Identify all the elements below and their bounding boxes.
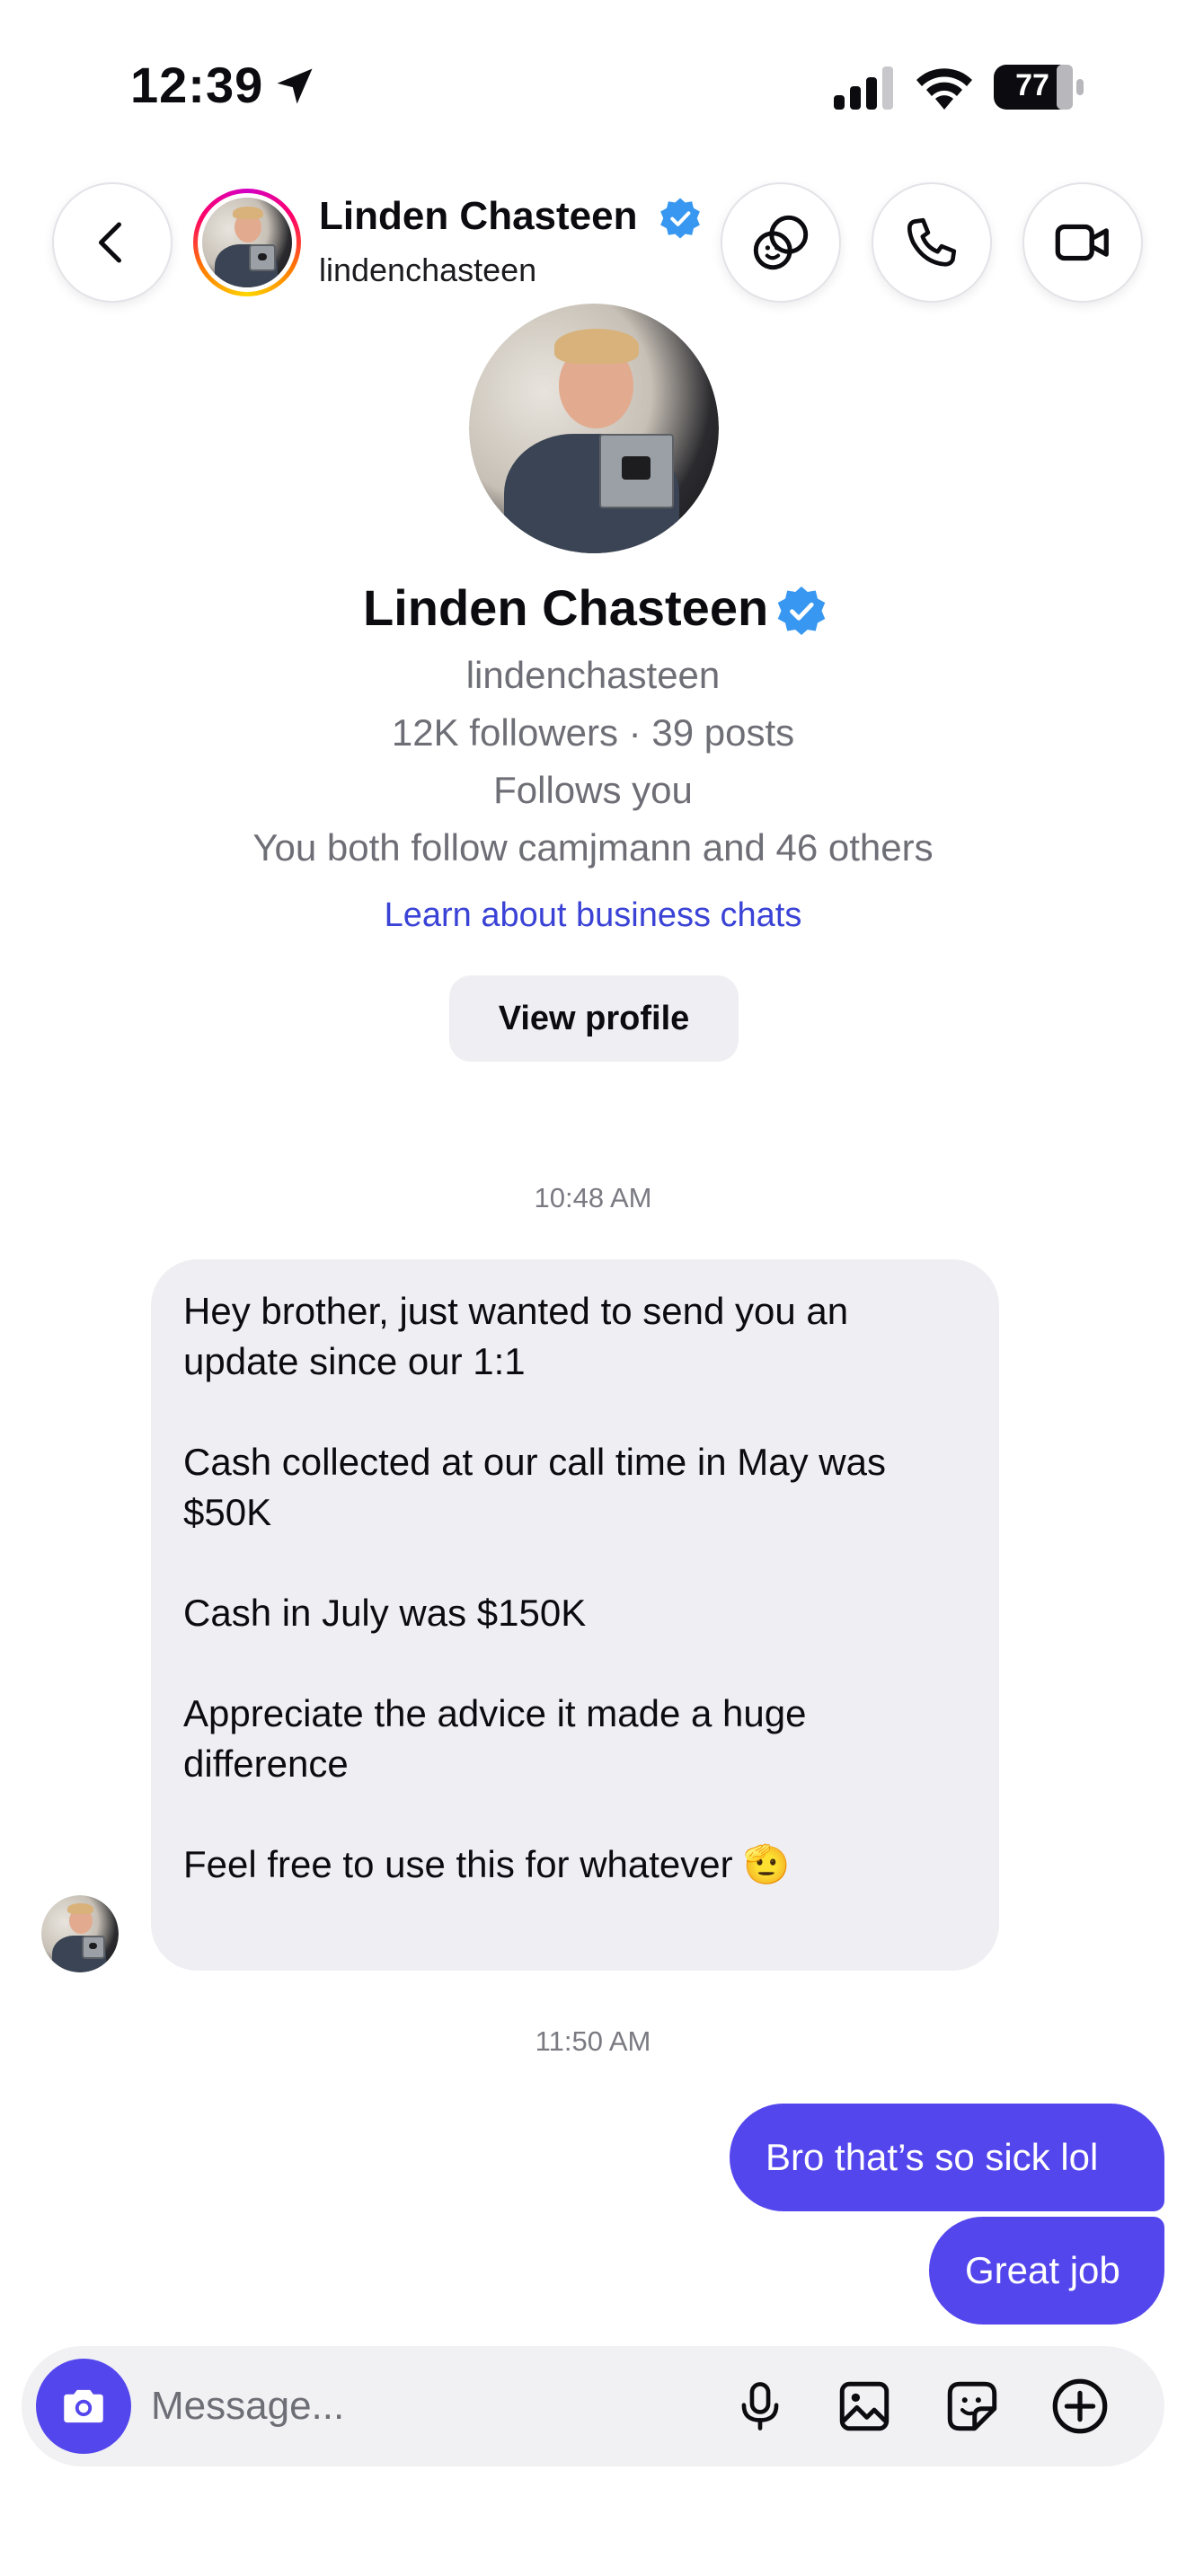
wifi-icon (916, 68, 972, 110)
verified-badge-icon (777, 587, 826, 635)
profile-name-row: Linden Chasteen (0, 578, 1186, 641)
message-paragraph: Feel free to use this for whatever 🫡 (183, 1843, 791, 1885)
phone-icon (907, 217, 957, 267)
message-timestamp: 10:48 AM (534, 1182, 652, 1213)
camera-button[interactable] (36, 2359, 131, 2454)
effects-icon (753, 215, 809, 270)
follows-you-label: Follows you (493, 769, 693, 811)
battery-level: 77 (1015, 68, 1049, 102)
outgoing-message-bubble[interactable]: Bro that’s so sick lol (730, 2104, 1164, 2211)
audio-call-button[interactable] (872, 182, 992, 303)
status-time: 12:39 (130, 57, 264, 113)
header-avatar[interactable] (193, 189, 301, 296)
message-paragraph: Cash collected at our call time in May w… (183, 1441, 886, 1533)
back-button[interactable] (52, 182, 173, 303)
profile-photo (202, 198, 292, 287)
message-paragraph: Cash in July was $150K (183, 1592, 587, 1634)
more-options-button[interactable] (1048, 2374, 1112, 2439)
message-timestamp: 11:50 AM (535, 2025, 651, 2057)
message-paragraph: Hey brother, just wanted to send you an … (183, 1290, 849, 1382)
sender-avatar[interactable] (41, 1895, 119, 1972)
gallery-icon (839, 2381, 890, 2431)
profile-handle: lindenchasteen (465, 654, 721, 696)
outgoing-message-bubble[interactable]: Great job (929, 2217, 1164, 2325)
microphone-button[interactable] (728, 2374, 792, 2439)
status-bar: 12:39 77 (0, 0, 1186, 171)
location-arrow-icon (277, 68, 313, 104)
business-chats-link[interactable]: Learn about business chats (0, 896, 1186, 935)
profile-avatar[interactable] (469, 304, 719, 553)
message-paragraph: Appreciate the advice it made a huge dif… (183, 1692, 807, 1785)
mutual-followers: You both follow camjmann and 46 others (252, 826, 934, 869)
camera-icon (64, 2389, 103, 2423)
sticker-button[interactable] (940, 2374, 1005, 2439)
gallery-button[interactable] (832, 2374, 897, 2439)
cellular-signal-icon (834, 66, 893, 110)
profile-photo-large (469, 304, 719, 553)
verified-badge-icon (660, 198, 700, 239)
profile-name: Linden Chasteen (363, 579, 769, 636)
microphone-icon (741, 2382, 779, 2430)
profile-stats: 12K followers · 39 posts (391, 711, 795, 754)
plus-circle-icon (1052, 2378, 1108, 2434)
video-camera-icon (1055, 224, 1109, 261)
sticker-icon (947, 2381, 997, 2431)
sender-photo (41, 1895, 119, 1972)
video-call-button[interactable] (1022, 182, 1143, 303)
view-profile-button[interactable]: View profile (449, 975, 739, 1062)
header-name[interactable]: Linden Chasteen (319, 194, 638, 239)
message-composer (22, 2346, 1164, 2466)
message-input[interactable] (151, 2377, 690, 2436)
chevron-left-icon (99, 222, 121, 263)
header-handle[interactable]: lindenchasteen (319, 251, 536, 289)
incoming-message-bubble[interactable]: Hey brother, just wanted to send you an … (151, 1259, 999, 1971)
effects-button[interactable] (721, 182, 841, 303)
